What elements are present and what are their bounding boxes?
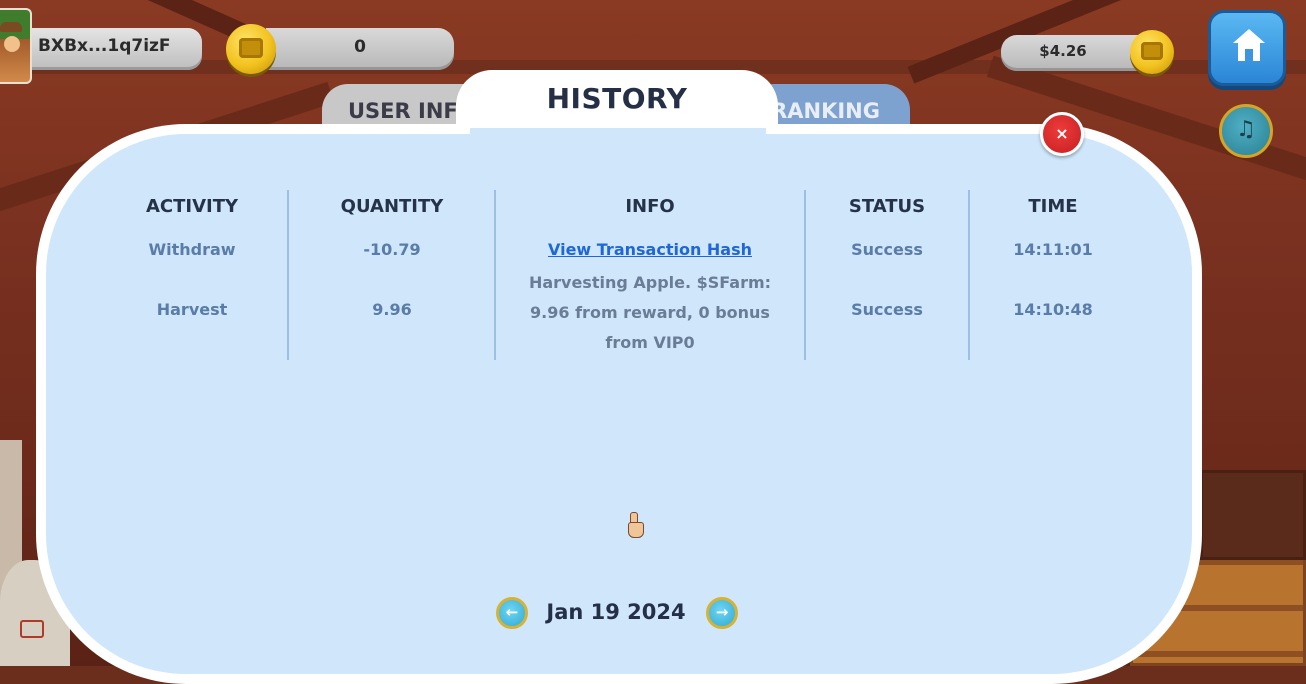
token-balance: 0	[354, 37, 366, 57]
modal-title: HISTORY	[546, 82, 688, 115]
sack-label	[20, 620, 44, 638]
cell-quantity: -10.79	[363, 240, 421, 259]
column-divider	[287, 190, 289, 360]
column-status: STATUS Success Success	[806, 190, 968, 360]
current-date: Jan 19 2024	[546, 600, 686, 624]
hat	[0, 22, 22, 32]
close-button[interactable]: ×	[1040, 112, 1084, 156]
music-note-icon: ♫	[1236, 117, 1256, 142]
transaction-hash-link[interactable]: View Transaction Hash	[496, 240, 804, 259]
column-time: TIME 14:11:01 14:10:48	[970, 190, 1136, 360]
music-button[interactable]: ♫	[1219, 104, 1273, 158]
home-button[interactable]	[1208, 10, 1286, 86]
wallet-address: BXBx...1q7izF	[38, 36, 171, 56]
cell-quantity: 9.96	[372, 300, 412, 319]
column-header-quantity: QUANTITY	[340, 196, 444, 217]
column-header-status: STATUS	[848, 196, 926, 217]
face	[4, 36, 20, 52]
cell-activity: Harvest	[156, 300, 228, 319]
cell-status: Success	[851, 300, 923, 319]
column-info: INFO View Transaction Hash Harvesting Ap…	[496, 190, 804, 360]
column-header-activity: ACTIVITY	[145, 196, 239, 217]
column-quantity: QUANTITY -10.79 9.96	[290, 190, 494, 360]
next-day-button[interactable]: →	[706, 597, 738, 629]
cell-time: 14:10:48	[1013, 300, 1093, 319]
close-icon: ×	[1055, 124, 1069, 143]
column-activity: ACTIVITY Withdraw Harvest	[96, 190, 288, 360]
usd-balance: $4.26	[1039, 42, 1087, 60]
arrow-left-icon: ←	[505, 603, 519, 621]
cell-status: Success	[851, 240, 923, 259]
player-avatar[interactable]	[0, 8, 32, 84]
cell-activity: Withdraw	[148, 240, 236, 259]
previous-day-button[interactable]: ←	[496, 597, 528, 629]
farm-coin-icon	[226, 24, 276, 74]
column-header-time: TIME	[1028, 196, 1078, 217]
farm-coin-icon	[1130, 30, 1174, 74]
arrow-right-icon: →	[715, 603, 729, 621]
home-icon	[1233, 29, 1265, 43]
wooden-crate	[1200, 470, 1306, 560]
cell-info: Harvesting Apple. $SFarm: 9.96 from rewa…	[528, 273, 772, 352]
pointer-cursor-icon	[626, 512, 644, 538]
column-header-info: INFO	[625, 196, 675, 217]
cell-time: 14:11:01	[1013, 240, 1093, 259]
